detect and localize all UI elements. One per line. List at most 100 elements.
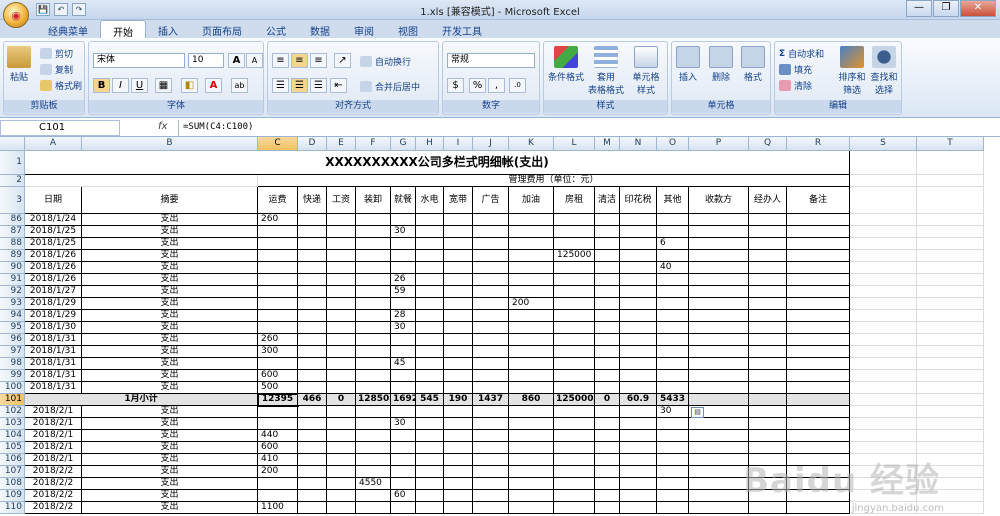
empty-cell[interactable] — [391, 442, 416, 454]
empty-cell[interactable] — [327, 502, 356, 514]
empty-cell[interactable] — [444, 502, 473, 514]
empty-cell[interactable] — [657, 298, 689, 310]
empty-cell[interactable] — [689, 334, 749, 346]
number-format-select[interactable]: 常规 — [447, 53, 535, 68]
empty-cell[interactable] — [391, 466, 416, 478]
empty-cell[interactable] — [444, 406, 473, 418]
empty-cell[interactable] — [298, 238, 327, 250]
column-title[interactable]: 收款方 — [689, 187, 749, 214]
empty-cell[interactable] — [917, 346, 984, 358]
empty-cell[interactable] — [850, 298, 917, 310]
empty-cell[interactable] — [749, 250, 787, 262]
empty-cell[interactable] — [595, 442, 620, 454]
empty-cell[interactable] — [444, 346, 473, 358]
empty-cell[interactable] — [595, 466, 620, 478]
date-cell[interactable]: 2018/1/27 — [25, 286, 82, 298]
empty-cell[interactable] — [444, 226, 473, 238]
empty-cell[interactable] — [595, 262, 620, 274]
empty-cell[interactable] — [689, 238, 749, 250]
empty-cell[interactable] — [473, 466, 509, 478]
amount-cell[interactable]: 0 — [595, 394, 620, 406]
empty-cell[interactable] — [620, 466, 657, 478]
empty-cell[interactable] — [509, 238, 554, 250]
empty-cell[interactable] — [258, 478, 298, 490]
summary-cell[interactable]: 支出 — [82, 478, 258, 490]
empty-cell[interactable] — [749, 310, 787, 322]
date-cell[interactable]: 2018/2/1 — [25, 442, 82, 454]
empty-cell[interactable] — [689, 214, 749, 226]
empty-cell[interactable] — [657, 490, 689, 502]
empty-cell[interactable] — [657, 466, 689, 478]
row-header[interactable]: 92 — [0, 286, 25, 298]
amount-cell[interactable]: 45 — [391, 358, 416, 370]
amount-cell[interactable]: 500 — [258, 382, 298, 394]
empty-cell[interactable] — [416, 466, 444, 478]
empty-cell[interactable] — [391, 430, 416, 442]
empty-cell[interactable] — [620, 382, 657, 394]
empty-cell[interactable] — [917, 394, 984, 406]
empty-cell[interactable] — [298, 274, 327, 286]
amount-cell[interactable]: 30 — [391, 322, 416, 334]
empty-cell[interactable] — [620, 334, 657, 346]
empty-cell[interactable] — [620, 478, 657, 490]
row-header[interactable]: 1 — [0, 151, 25, 175]
cell-styles-button[interactable]: 单元格 样式 — [626, 46, 666, 96]
empty-cell[interactable] — [689, 430, 749, 442]
date-cell[interactable]: 2018/1/31 — [25, 382, 82, 394]
empty-cell[interactable] — [356, 454, 391, 466]
align-middle-icon[interactable]: ≡ — [291, 53, 308, 68]
column-header[interactable]: G — [391, 137, 416, 151]
empty-cell[interactable] — [327, 310, 356, 322]
empty-cell[interactable] — [554, 406, 595, 418]
empty-cell[interactable] — [787, 250, 850, 262]
empty-cell[interactable] — [356, 418, 391, 430]
format-table-button[interactable]: 套用 表格格式 — [586, 46, 626, 96]
empty-cell[interactable] — [298, 502, 327, 514]
empty-cell[interactable] — [917, 298, 984, 310]
row-header[interactable]: 104 — [0, 430, 25, 442]
column-title[interactable]: 工资 — [327, 187, 356, 214]
amount-cell[interactable]: 40 — [657, 262, 689, 274]
column-header[interactable]: B — [82, 137, 258, 151]
empty-cell[interactable] — [298, 466, 327, 478]
empty-cell[interactable] — [689, 418, 749, 430]
amount-cell[interactable]: 200 — [509, 298, 554, 310]
empty-cell[interactable] — [917, 151, 984, 175]
amount-cell[interactable]: 30 — [657, 406, 689, 418]
amount-cell[interactable]: 1437 — [473, 394, 509, 406]
empty-cell[interactable] — [595, 322, 620, 334]
empty-cell[interactable] — [509, 430, 554, 442]
column-title[interactable]: 就餐 — [391, 187, 416, 214]
amount-cell[interactable]: 28 — [391, 310, 416, 322]
row-header[interactable]: 87 — [0, 226, 25, 238]
amount-cell[interactable]: 260 — [258, 214, 298, 226]
empty-cell[interactable] — [749, 406, 787, 418]
empty-cell[interactable] — [689, 442, 749, 454]
empty-cell[interactable] — [327, 370, 356, 382]
row-header[interactable]: 99 — [0, 370, 25, 382]
empty-cell[interactable] — [509, 418, 554, 430]
empty-cell[interactable] — [850, 175, 917, 187]
empty-cell[interactable] — [327, 454, 356, 466]
amount-cell[interactable]: 1100 — [258, 502, 298, 514]
merge-center-button[interactable]: 合并后居中 — [360, 80, 420, 93]
empty-cell[interactable] — [473, 382, 509, 394]
empty-cell[interactable] — [356, 238, 391, 250]
empty-cell[interactable] — [356, 274, 391, 286]
column-header[interactable]: K — [509, 137, 554, 151]
column-header[interactable]: R — [787, 137, 850, 151]
date-cell[interactable]: 2018/2/1 — [25, 430, 82, 442]
comma-button[interactable]: , — [488, 78, 505, 93]
empty-cell[interactable] — [356, 262, 391, 274]
empty-cell[interactable] — [554, 418, 595, 430]
row-header[interactable]: 102 — [0, 406, 25, 418]
row-header[interactable]: 94 — [0, 310, 25, 322]
tab-2[interactable]: 插入 — [146, 20, 190, 38]
empty-cell[interactable] — [554, 382, 595, 394]
decrease-indent-icon[interactable]: ⇤ — [330, 78, 347, 93]
date-cell[interactable]: 2018/1/31 — [25, 370, 82, 382]
empty-cell[interactable] — [657, 274, 689, 286]
summary-cell[interactable]: 支出 — [82, 226, 258, 238]
empty-cell[interactable] — [917, 214, 984, 226]
empty-cell[interactable] — [509, 502, 554, 514]
